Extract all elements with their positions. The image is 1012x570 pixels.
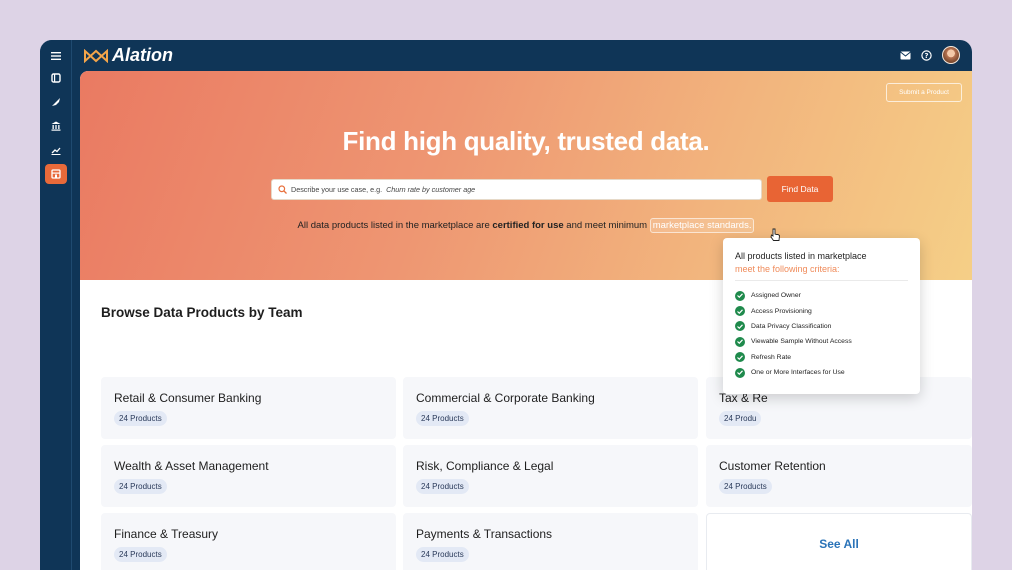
- criteria-item: Refresh Rate: [735, 350, 908, 365]
- see-all-button[interactable]: See All: [706, 513, 972, 570]
- team-card[interactable]: Commercial & Corporate Banking 24 Produc…: [403, 377, 698, 439]
- search-placeholder: Describe your use case, e.g.: [291, 185, 383, 194]
- mail-icon[interactable]: [900, 51, 911, 60]
- top-bar: Alation ?: [72, 40, 972, 70]
- book-icon[interactable]: [45, 68, 67, 88]
- divider: [735, 280, 908, 281]
- product-count-badge: 24 Products: [416, 547, 469, 562]
- team-card[interactable]: Wealth & Asset Management 24 Products: [101, 445, 396, 507]
- criteria-item: Data Privacy Classification: [735, 319, 908, 334]
- product-count-badge: 24 Products: [114, 547, 167, 562]
- team-card[interactable]: Risk, Compliance & Legal 24 Products: [403, 445, 698, 507]
- logo-mark-icon: [84, 48, 108, 63]
- product-count-badge: 24 Products: [416, 479, 469, 494]
- menu-icon[interactable]: [45, 46, 67, 66]
- team-name: Customer Retention: [719, 459, 826, 473]
- product-count-badge: 24 Products: [114, 411, 167, 426]
- team-card[interactable]: Finance & Treasury 24 Products: [101, 513, 396, 570]
- submit-product-button[interactable]: Submit a Product: [886, 83, 962, 102]
- team-card[interactable]: Payments & Transactions 24 Products: [403, 513, 698, 570]
- check-circle-icon: [735, 336, 745, 347]
- team-name: Retail & Consumer Banking: [114, 391, 262, 405]
- chart-icon[interactable]: [45, 140, 67, 160]
- team-name: Payments & Transactions: [416, 527, 553, 541]
- feather-icon[interactable]: [45, 92, 67, 112]
- criteria-popover: All products listed in marketplace meet …: [723, 238, 920, 394]
- check-circle-icon: [735, 352, 745, 363]
- alation-logo[interactable]: Alation: [84, 45, 173, 66]
- help-icon[interactable]: ?: [921, 49, 932, 61]
- pointer-cursor-icon: [770, 228, 780, 241]
- store-icon[interactable]: [45, 164, 67, 184]
- criteria-item: Access Provisioning: [735, 303, 908, 318]
- criteria-label: Access Provisioning: [751, 307, 812, 315]
- search-input[interactable]: Describe your use case, e.g. Churn rate …: [271, 179, 762, 200]
- bank-icon[interactable]: [45, 116, 67, 136]
- criteria-label: One or More Interfaces for Use: [751, 369, 845, 377]
- find-data-button[interactable]: Find Data: [767, 176, 833, 202]
- criteria-label: Viewable Sample Without Access: [751, 338, 852, 346]
- note-prefix: All data products listed in the marketpl…: [297, 220, 490, 231]
- svg-text:?: ?: [924, 52, 928, 60]
- team-card[interactable]: Retail & Consumer Banking 24 Products: [101, 377, 396, 439]
- product-count-badge: 24 Products: [719, 479, 772, 494]
- popover-title: All products listed in marketplace: [735, 251, 867, 261]
- logo-text: Alation: [112, 45, 173, 65]
- section-title: Browse Data Products by Team: [101, 305, 303, 320]
- criteria-item: One or More Interfaces for Use: [735, 365, 908, 380]
- team-card[interactable]: Customer Retention 24 Products: [706, 445, 972, 507]
- team-name: Wealth & Asset Management: [114, 459, 269, 473]
- criteria-label: Assigned Owner: [751, 292, 801, 300]
- search-icon: [278, 185, 287, 194]
- note-bold: certified for use: [492, 220, 564, 231]
- hero-note: All data products listed in the marketpl…: [80, 218, 972, 233]
- hero-title: Find high quality, trusted data.: [342, 126, 710, 156]
- avatar[interactable]: [942, 46, 960, 64]
- team-name: Commercial & Corporate Banking: [416, 391, 595, 405]
- search-example: Churn rate by customer age: [386, 185, 476, 194]
- check-circle-icon: [735, 290, 745, 301]
- product-count-badge: 24 Products: [416, 411, 469, 426]
- team-name: Risk, Compliance & Legal: [416, 459, 554, 473]
- team-name: Finance & Treasury: [114, 527, 219, 541]
- criteria-label: Data Privacy Classification: [751, 322, 832, 330]
- criteria-item: Assigned Owner: [735, 288, 908, 303]
- check-circle-icon: [735, 306, 745, 317]
- check-circle-icon: [735, 321, 745, 332]
- left-rail: [40, 40, 72, 570]
- note-mid: and meet minimum: [566, 220, 648, 231]
- popover-subtitle: meet the following criteria:: [735, 264, 840, 274]
- check-circle-icon: [735, 367, 745, 378]
- marketplace-standards-link[interactable]: marketplace standards.: [649, 218, 755, 233]
- product-count-badge: 24 Products: [114, 479, 167, 494]
- criteria-item: Viewable Sample Without Access: [735, 334, 908, 349]
- criteria-label: Refresh Rate: [751, 353, 792, 361]
- product-count-badge: 24 Produ: [719, 411, 762, 426]
